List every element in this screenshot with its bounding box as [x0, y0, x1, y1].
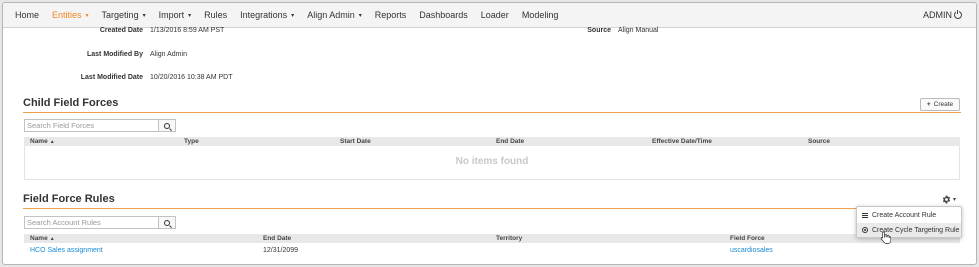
chevron-down-icon: ▾: [188, 12, 192, 19]
top-nav-bar: Home Entities ▾ Targeting ▾ Import ▾ Rules …: [3, 3, 976, 28]
column-header-field-force[interactable]: Field Force: [730, 235, 765, 242]
rule-end-date: 12/31/2099: [263, 247, 299, 254]
nav-modeling-label: Modeling: [521, 10, 559, 20]
field-force-rules-title: Field Force Rules: [23, 193, 115, 205]
field-force-rules-table-header: Name ▲ End Date Territory Field Force: [24, 234, 960, 243]
admin-label: ADMIN: [923, 10, 952, 20]
last-modified-date-value: 10/20/2016 10:38 AM PDT: [150, 74, 233, 81]
nav-import-label: Import: [158, 10, 185, 20]
nav-integrations-label: Integrations: [240, 10, 288, 20]
nav-modeling[interactable]: Modeling: [522, 10, 559, 20]
empty-state-text: No items found: [455, 156, 529, 167]
chevron-down-icon: ▾: [358, 12, 362, 19]
column-header-territory[interactable]: Territory: [496, 235, 522, 242]
menu-item-create-cycle-targeting-rule[interactable]: Create Cycle Targeting Rule: [857, 223, 961, 237]
search-field-forces-button[interactable]: [158, 119, 176, 132]
search-icon: [164, 122, 170, 129]
nav-dashboards-label: Dashboards: [419, 10, 468, 20]
chevron-down-icon: ▾: [142, 12, 146, 19]
search-field-forces-input[interactable]: [24, 119, 158, 132]
column-header-label: Name: [30, 138, 48, 145]
nav-home-label: Home: [15, 10, 40, 20]
section-divider: [23, 208, 961, 209]
create-button[interactable]: + Create: [920, 98, 960, 111]
nav-targeting[interactable]: Targeting ▾: [102, 10, 146, 20]
menu-item-create-account-rule[interactable]: Create Account Rule: [857, 208, 961, 222]
nav-targeting-label: Targeting: [101, 10, 139, 20]
column-header-name[interactable]: Name ▲: [30, 235, 55, 242]
nav-loader-label: Loader: [480, 10, 509, 20]
chevron-down-icon: ▾: [291, 12, 295, 19]
rule-field-force-link[interactable]: uscardiosales: [730, 247, 773, 254]
target-icon: [861, 227, 869, 233]
nav-rules[interactable]: Rules: [204, 10, 227, 20]
column-header-start-date[interactable]: Start Date: [340, 138, 371, 145]
search-account-rules-input[interactable]: [24, 216, 158, 229]
last-modified-by-value: Align Admin: [150, 51, 187, 58]
nav-align-admin-label: Align Admin: [307, 10, 355, 20]
plus-icon: +: [926, 101, 931, 108]
nav-loader[interactable]: Loader: [481, 10, 509, 20]
section-divider: [23, 112, 961, 113]
create-button-label: Create: [933, 101, 954, 108]
search-account-rules-button[interactable]: [158, 216, 176, 229]
source-value: Align Manual: [618, 27, 659, 34]
hand-cursor-icon: [880, 231, 891, 244]
column-header-type[interactable]: Type: [184, 138, 199, 145]
app-window: Home Entities ▾ Targeting ▾ Import ▾ Rules …: [2, 2, 977, 265]
last-modified-date-label: Last Modified Date: [80, 74, 143, 81]
nav-home[interactable]: Home: [15, 10, 39, 20]
nav-reports[interactable]: Reports: [375, 10, 407, 20]
horizontal-scrollbar[interactable]: [921, 264, 957, 265]
sort-ascending-icon: ▲: [49, 139, 55, 145]
gear-icon[interactable]: [942, 195, 951, 204]
column-header-effective-date-time[interactable]: Effective Date/Time: [652, 138, 712, 145]
child-field-forces-title: Child Field Forces: [23, 97, 119, 109]
last-modified-by-label: Last Modified By: [86, 51, 143, 58]
power-icon[interactable]: [954, 10, 962, 19]
nav-entities[interactable]: Entities ▾: [52, 10, 89, 20]
nav-entities-label: Entities: [52, 10, 82, 20]
nav-rules-label: Rules: [204, 10, 228, 20]
child-field-forces-table-header: Name ▲ Type Start Date End Date Effective…: [24, 137, 960, 146]
nav-import[interactable]: Import ▾: [159, 10, 192, 20]
chevron-down-icon: ▾: [85, 12, 89, 19]
column-header-end-date[interactable]: End Date: [496, 138, 524, 145]
rule-name-link[interactable]: HCO Sales assignment: [30, 247, 103, 254]
chevron-down-icon[interactable]: ▾: [953, 196, 956, 203]
nav-integrations[interactable]: Integrations ▾: [240, 10, 294, 20]
created-date-value: 1/13/2016 8:59 AM PST: [150, 27, 225, 34]
gear-icon-graphic: [942, 195, 951, 204]
menu-item-label: Create Account Rule: [872, 211, 937, 219]
column-header-label: Name: [30, 235, 48, 242]
sort-ascending-icon: ▲: [49, 236, 55, 242]
nav-align-admin[interactable]: Align Admin ▾: [307, 10, 362, 20]
column-header-source[interactable]: Source: [808, 138, 830, 145]
column-header-name[interactable]: Name ▲: [30, 138, 55, 145]
admin-menu[interactable]: ADMIN: [923, 10, 962, 20]
created-date-label: Created Date: [99, 27, 143, 34]
nav-dashboards[interactable]: Dashboards: [419, 10, 468, 20]
rules-action-menu: Create Account Rule Create Cycle Targeti…: [856, 206, 962, 238]
column-header-end-date[interactable]: End Date: [263, 235, 291, 242]
nav-reports-label: Reports: [374, 10, 407, 20]
source-label: Source: [587, 27, 611, 34]
child-field-forces-table-body: No items found: [24, 146, 960, 180]
search-icon: [164, 219, 170, 226]
list-icon: [861, 212, 869, 218]
